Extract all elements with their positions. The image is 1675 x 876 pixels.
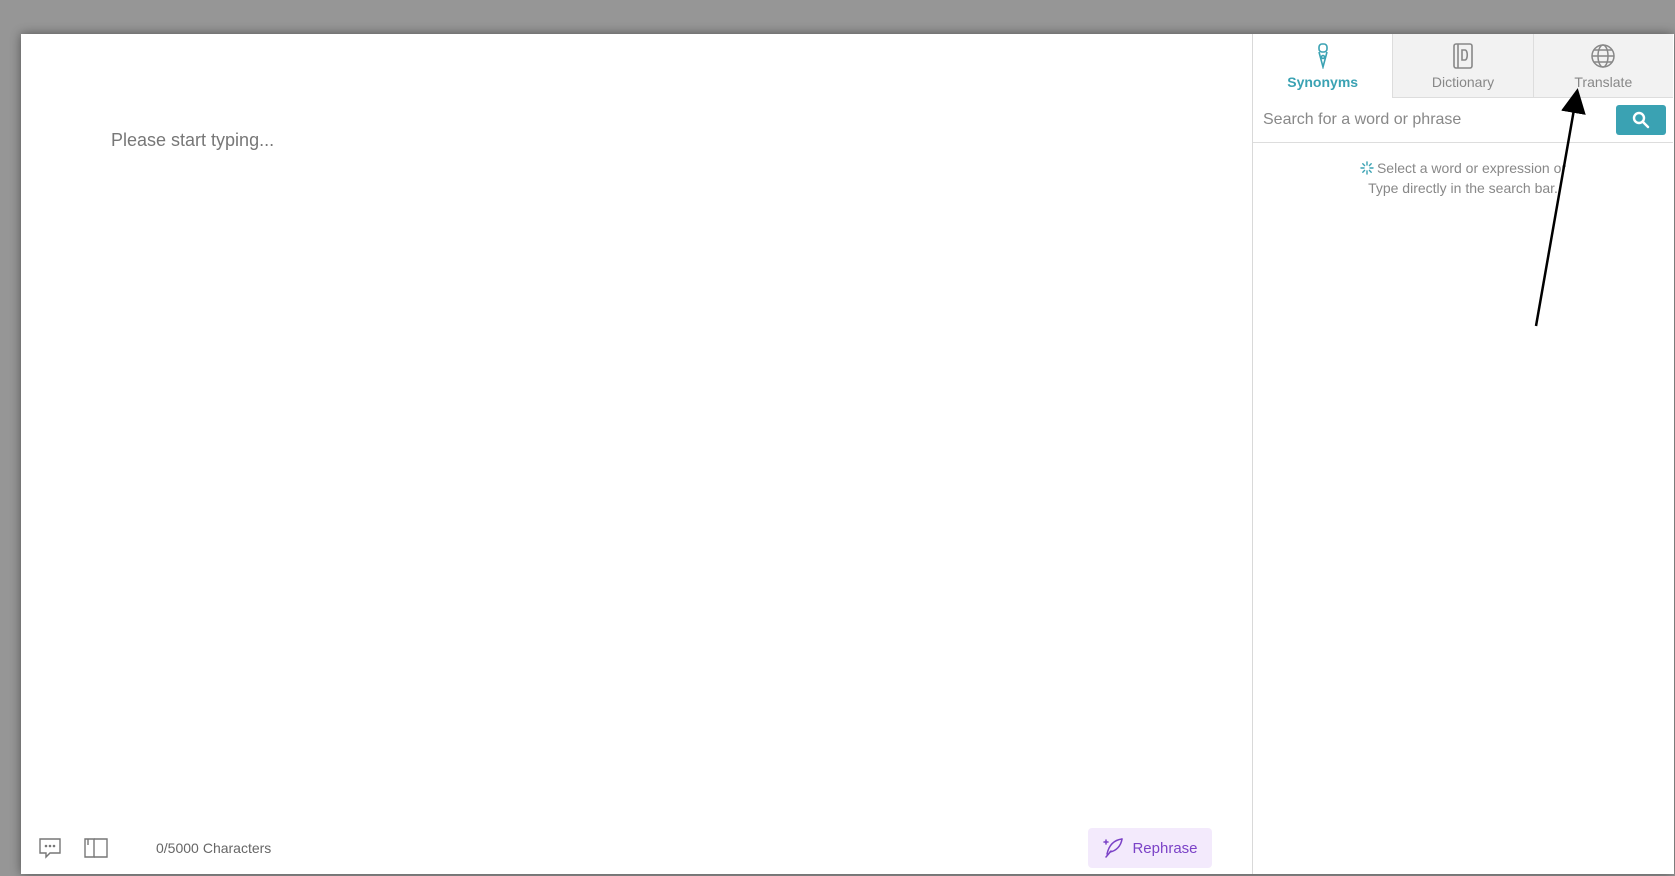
text-editor[interactable]: Please start typing... 0/5000Characters	[21, 34, 1252, 874]
comment-icon[interactable]	[37, 835, 63, 861]
hint-line-1: Select a word or expression or	[1376, 160, 1567, 176]
rephrase-button-label: Rephrase	[1132, 839, 1198, 857]
tab-dictionary[interactable]: Dictionary	[1392, 34, 1533, 98]
book-icon	[1453, 43, 1473, 69]
search-hint: Select a word or expression or Type dire…	[1253, 158, 1673, 198]
tools-sidebar: Synonyms Dictionary Translate Search for…	[1252, 34, 1674, 874]
hint-line-2: Type directly in the search bar.	[1368, 180, 1558, 196]
pen-nib-icon	[1317, 43, 1328, 69]
tab-synonyms[interactable]: Synonyms	[1253, 34, 1393, 98]
character-count-label: Characters	[202, 840, 272, 856]
character-counter: 0/5000 Characters	[156, 840, 271, 856]
character-count-value: 0/5000	[156, 840, 199, 856]
editor-placeholder: Please start typing...	[111, 130, 275, 150]
rephrase-button[interactable]: Rephrase	[1088, 828, 1212, 868]
app-window: Please start typing... 0/5000Characters	[21, 34, 1674, 874]
quill-sparkle-icon	[1103, 838, 1124, 858]
search-bar	[1253, 98, 1673, 143]
sparkle-icon	[1360, 161, 1374, 175]
tab-translate[interactable]: Translate	[1532, 34, 1673, 98]
search-icon	[1632, 111, 1650, 129]
tab-synonyms-label: Synonyms	[1287, 74, 1359, 90]
tab-dictionary-label: Dictionary	[1431, 74, 1495, 90]
tab-translate-label: Translate	[1574, 74, 1633, 90]
sidebar-tabs: Synonyms Dictionary Translate	[1253, 34, 1673, 98]
globe-icon	[1591, 44, 1616, 68]
open-book-icon[interactable]	[83, 835, 109, 861]
search-button[interactable]	[1616, 105, 1666, 135]
search-input[interactable]	[1261, 102, 1595, 138]
